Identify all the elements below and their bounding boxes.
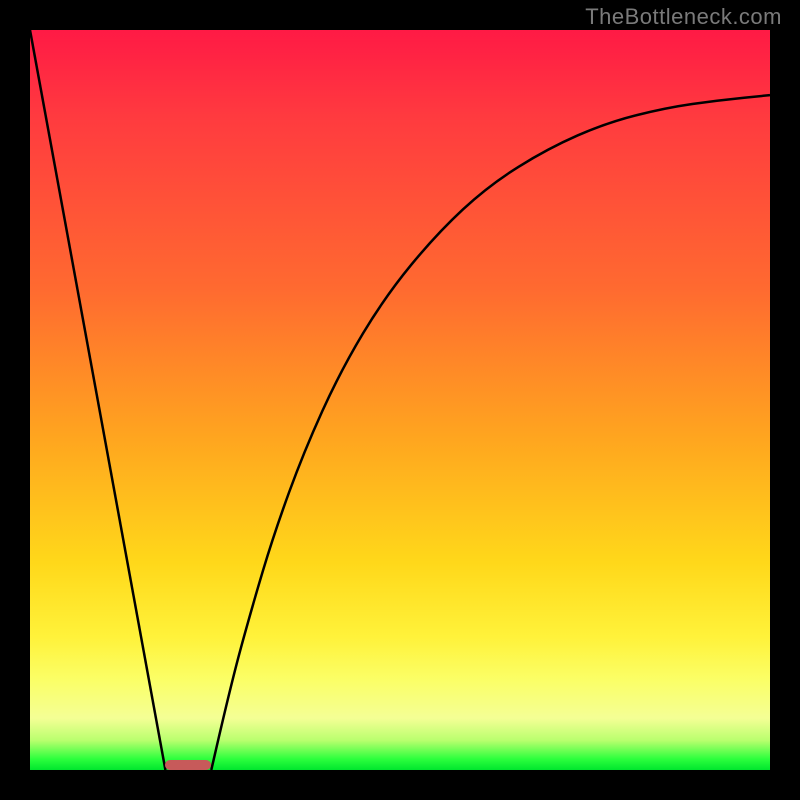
- plot-area: [30, 30, 770, 770]
- right-curve-path: [211, 95, 770, 770]
- watermark-text: TheBottleneck.com: [585, 4, 782, 30]
- chart-container: TheBottleneck.com: [0, 0, 800, 800]
- left-line-path: [30, 30, 165, 770]
- optimal-marker: [165, 760, 211, 770]
- curve-layer: [30, 30, 770, 770]
